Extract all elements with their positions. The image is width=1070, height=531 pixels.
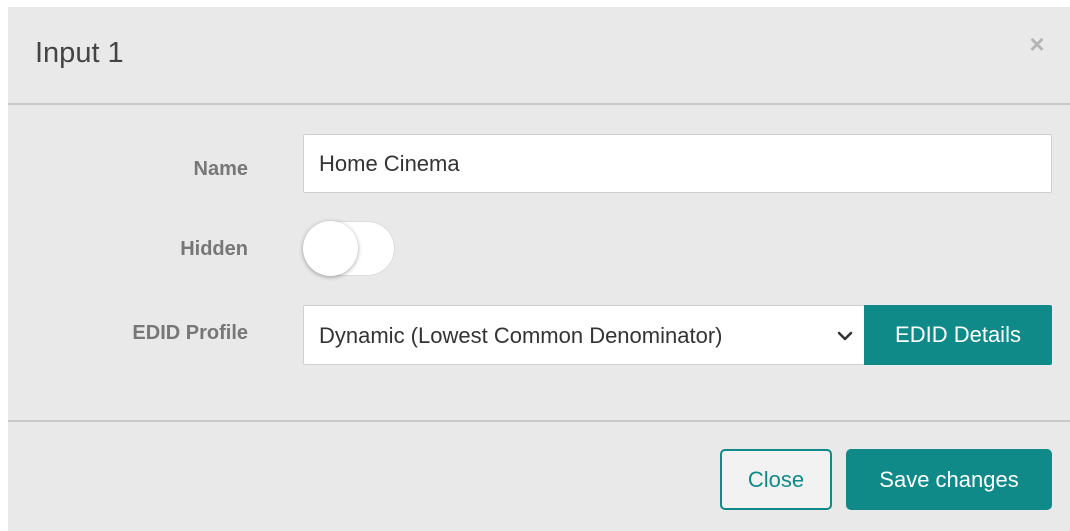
modal-footer: Close Save changes <box>8 420 1070 531</box>
close-icon[interactable]: × <box>1022 29 1052 59</box>
close-button[interactable]: Close <box>720 449 832 510</box>
name-label: Name <box>193 158 248 180</box>
toggle-knob <box>303 221 358 276</box>
edid-details-button[interactable]: EDID Details <box>864 305 1052 365</box>
chevron-down-icon <box>837 331 853 341</box>
save-changes-button[interactable]: Save changes <box>846 449 1052 510</box>
modal-header: Input 1 × <box>8 7 1070 105</box>
hidden-toggle[interactable] <box>303 221 395 276</box>
edid-profile-selected-value: Dynamic (Lowest Common Denominator) <box>319 323 723 348</box>
modal-title: Input 1 <box>35 37 124 69</box>
edid-profile-label: EDID Profile <box>132 322 248 344</box>
input-settings-modal: Input 1 × Name Hidden EDID Profile Dynam… <box>8 7 1070 531</box>
hidden-label: Hidden <box>180 238 248 260</box>
edid-profile-select[interactable]: Dynamic (Lowest Common Denominator) <box>303 305 865 365</box>
modal-body: Name Hidden EDID Profile Dynamic (Lowest… <box>8 105 1070 420</box>
name-input[interactable] <box>303 134 1052 193</box>
